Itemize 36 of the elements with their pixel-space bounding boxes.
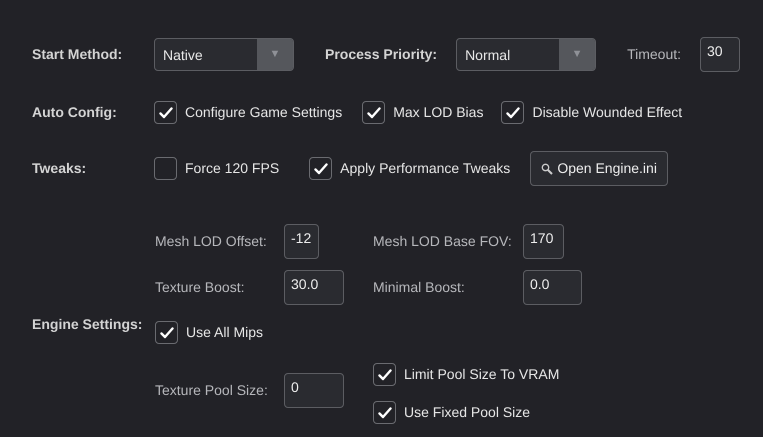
section-label: Auto Config: [32,103,118,122]
checkbox[interactable]: Use Fixed Pool Size [373,401,530,424]
checkbox[interactable]: Use All Mips [155,321,264,344]
check-icon [506,106,520,118]
field-label: Minimal Boost: [373,278,466,297]
input-field[interactable]: 0.0 [523,270,582,305]
field-label: Start Method: [32,45,124,64]
section-label: Tweaks: [32,159,88,178]
check-icon [158,106,172,118]
check-icon [314,162,328,174]
checkbox[interactable]: Configure Game Settings [154,101,342,124]
input-field[interactable]: 170 [523,224,564,259]
field-label: Texture Boost: [155,278,246,297]
search-icon [541,162,554,174]
checkbox[interactable]: Disable Wounded Effect [501,101,682,124]
check-icon [378,406,392,418]
check-icon [160,326,174,338]
dropdown[interactable]: Native ▼ [154,38,294,71]
field-label: Texture Pool Size: [155,381,269,400]
input-field[interactable]: 30 [700,37,740,72]
field-label: Process Priority: [325,45,438,64]
section-label: Engine Settings: [32,315,144,334]
input-field[interactable]: 0 [284,373,344,408]
checkbox[interactable]: Max LOD Bias [362,101,484,124]
input-field[interactable]: -12 [284,224,319,259]
check-icon [366,106,381,118]
field-label: Mesh LOD Base FOV: [373,232,513,251]
dropdown[interactable]: Normal ▼ [456,38,596,71]
open-file-button[interactable]: Open Engine.ini [530,151,668,186]
field-label: Timeout: [627,45,682,64]
checkbox[interactable]: Apply Performance Tweaks [309,157,510,180]
checkbox[interactable]: Force 120 FPS [154,157,280,180]
check-icon [378,368,392,380]
checkbox[interactable]: Limit Pool Size To VRAM [373,363,560,386]
field-label: Mesh LOD Offset: [155,232,268,251]
input-field[interactable]: 30.0 [284,270,344,305]
